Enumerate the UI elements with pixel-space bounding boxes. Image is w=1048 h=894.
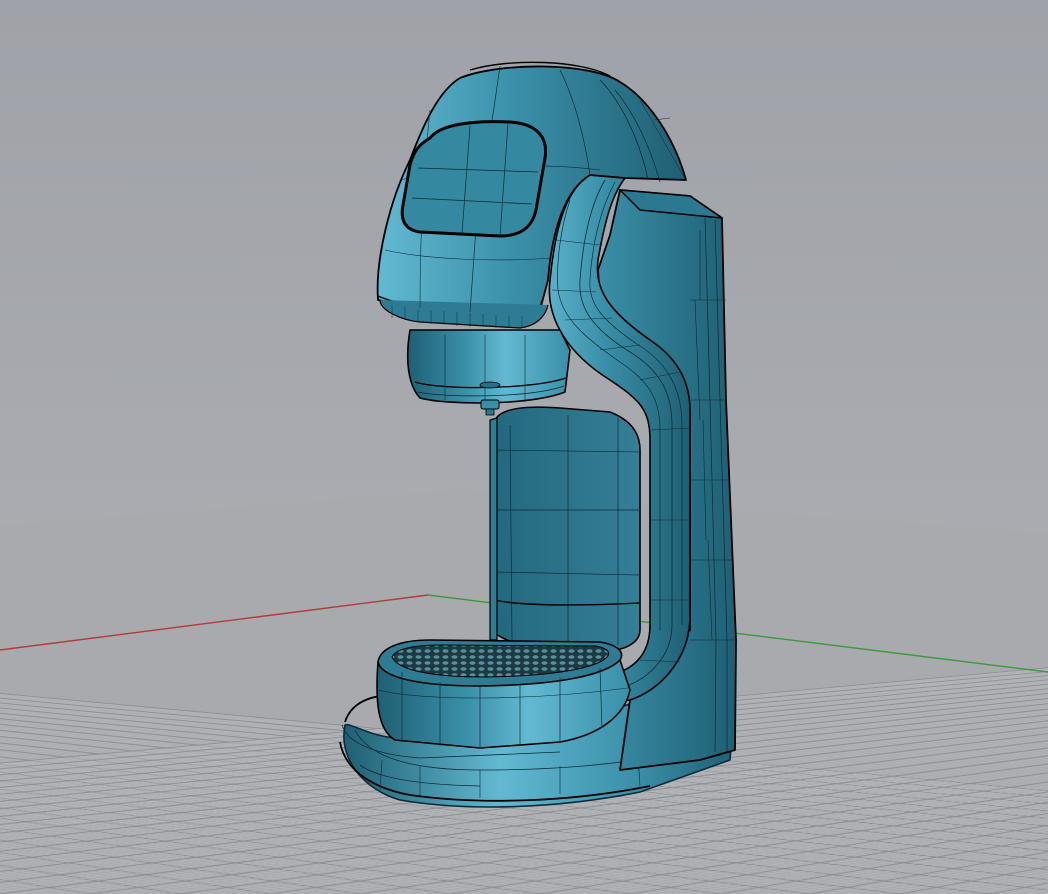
cup-recess-panel xyxy=(489,406,641,653)
rhino-perspective-viewport[interactable] xyxy=(0,0,1048,894)
viewport-canvas[interactable] xyxy=(0,0,1048,894)
drip-tray[interactable] xyxy=(376,639,631,749)
